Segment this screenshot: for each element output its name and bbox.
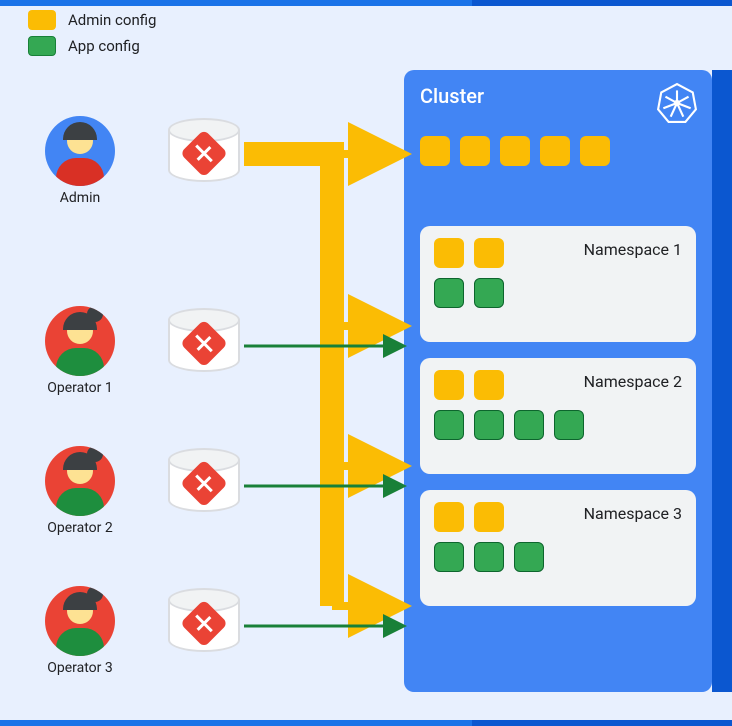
diagram-canvas: Admin config App config Admin Operator 1… <box>0 6 732 720</box>
actor-admin: Admin <box>20 116 140 206</box>
config-box-app <box>554 410 584 440</box>
cluster-panel: Cluster Namespace 1 <box>404 70 712 692</box>
avatar-operator-3 <box>45 586 115 656</box>
config-box-admin <box>434 238 464 268</box>
config-box-admin <box>474 502 504 532</box>
kubernetes-icon <box>656 82 698 124</box>
actor-label-op1: Operator 1 <box>20 380 140 396</box>
namespace-3-title: Namespace 3 <box>584 504 682 523</box>
config-box-app <box>474 410 504 440</box>
config-box-app <box>434 278 464 308</box>
repo-operator-2 <box>168 448 240 512</box>
actor-label-op3: Operator 3 <box>20 660 140 676</box>
namespace-1-title: Namespace 1 <box>584 240 682 259</box>
config-box-app <box>434 542 464 572</box>
bottom-border <box>0 720 732 726</box>
config-box-admin <box>540 136 570 166</box>
legend-swatch-app <box>28 36 56 56</box>
legend-admin-config: Admin config <box>28 10 156 30</box>
repo-operator-1 <box>168 308 240 372</box>
actor-operator-1: Operator 1 <box>20 306 140 396</box>
config-box-app <box>514 410 544 440</box>
legend: Admin config App config <box>28 10 156 62</box>
actor-operator-3: Operator 3 <box>20 586 140 676</box>
config-box-app <box>434 410 464 440</box>
actor-label-op2: Operator 2 <box>20 520 140 536</box>
namespace-2-title: Namespace 2 <box>584 372 682 391</box>
config-box-admin <box>500 136 530 166</box>
actor-label-admin: Admin <box>20 190 140 206</box>
config-box-admin <box>474 238 504 268</box>
config-box-admin <box>434 370 464 400</box>
config-box-admin <box>460 136 490 166</box>
config-box-admin <box>474 370 504 400</box>
avatar-operator-1 <box>45 306 115 376</box>
avatar-operator-2 <box>45 446 115 516</box>
actor-operator-2: Operator 2 <box>20 446 140 536</box>
legend-label-app: App config <box>68 37 140 55</box>
legend-label-admin: Admin config <box>68 11 156 29</box>
config-box-app <box>474 542 504 572</box>
repo-admin <box>168 118 240 182</box>
namespace-2: Namespace 2 <box>420 358 696 474</box>
config-box-app <box>514 542 544 572</box>
legend-app-config: App config <box>28 36 156 56</box>
config-box-admin <box>434 502 464 532</box>
cluster-admin-config-boxes <box>420 136 620 166</box>
namespace-1: Namespace 1 <box>420 226 696 342</box>
namespace-3: Namespace 3 <box>420 490 696 606</box>
cluster-title: Cluster <box>420 84 696 108</box>
repo-operator-3 <box>168 588 240 652</box>
config-box-admin <box>580 136 610 166</box>
legend-swatch-admin <box>28 10 56 30</box>
config-box-admin <box>420 136 450 166</box>
avatar-admin <box>45 116 115 186</box>
config-box-app <box>474 278 504 308</box>
